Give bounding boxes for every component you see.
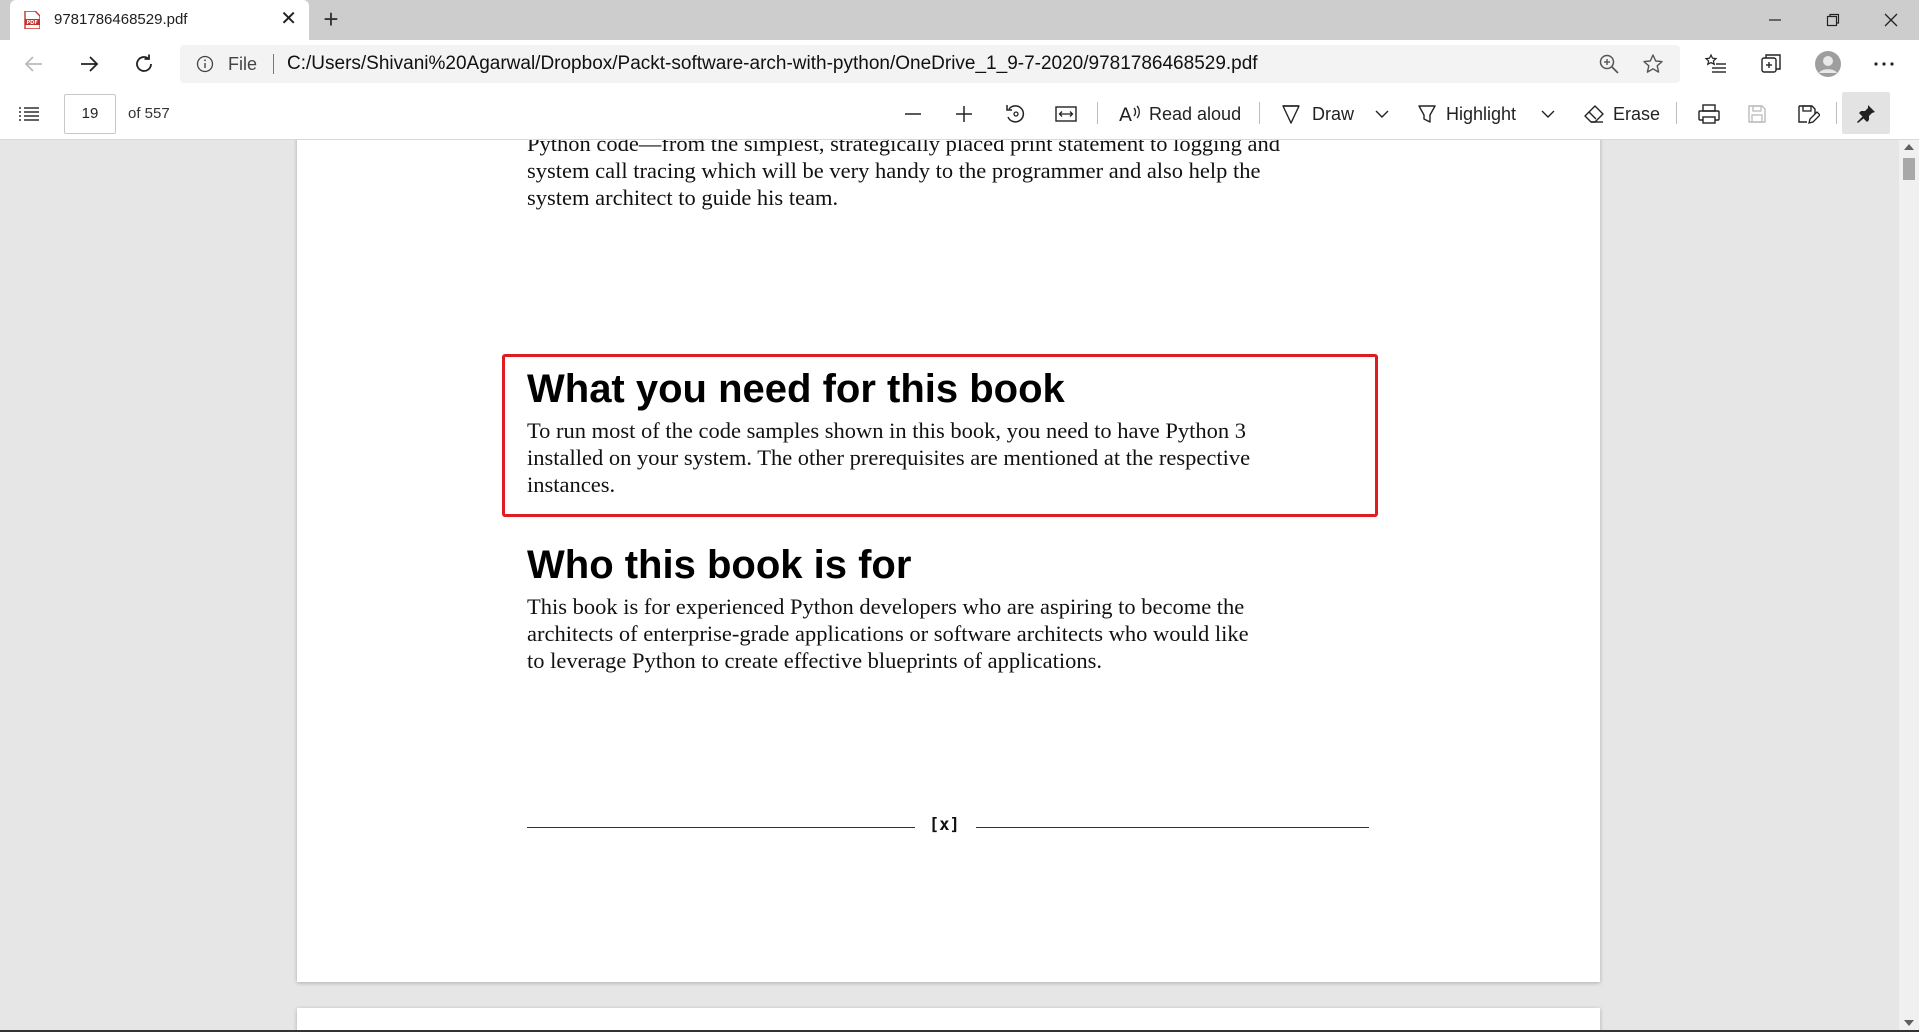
draw-label: Draw	[1312, 103, 1355, 124]
erase-label: Erase	[1613, 103, 1661, 124]
intro-text-line: system call tracing which will be very h…	[527, 158, 1261, 183]
minimize-icon	[1769, 19, 1781, 21]
close-window-button[interactable]	[1863, 0, 1919, 40]
print-button[interactable]	[1697, 100, 1721, 128]
pdf-toolbar: 19 of 557 A Read aloud Draw Highlight Er…	[0, 88, 1919, 140]
rotate-icon	[1006, 105, 1025, 123]
printer-icon	[1698, 104, 1720, 124]
page-footer: [x]	[929, 815, 960, 835]
footer-rule-right	[976, 827, 1369, 828]
section-text-line: installed on your system. The other prer…	[527, 445, 1251, 470]
fit-to-width-button[interactable]	[1054, 100, 1078, 128]
pdf-viewer[interactable]: Python code—from the simplest, strategic…	[0, 140, 1899, 1032]
intro-text-line: system architect to guide his team.	[527, 185, 839, 210]
scrollbar-thumb[interactable]	[1903, 158, 1915, 180]
back-button[interactable]	[16, 48, 52, 80]
zoom-icon[interactable]	[1598, 53, 1620, 75]
read-aloud-button[interactable]: A Read aloud	[1119, 100, 1241, 128]
more-options-button[interactable]	[1870, 50, 1898, 78]
toolbar-separator	[1097, 102, 1098, 124]
pin-toolbar-icon-wrap[interactable]	[1855, 100, 1877, 128]
address-separator	[273, 54, 274, 74]
svg-text:PDF: PDF	[27, 20, 38, 26]
save-as-icon	[1798, 105, 1820, 124]
close-icon	[1884, 13, 1898, 27]
collections-button[interactable]	[1757, 50, 1785, 78]
section-text-line: architects of enterprise-grade applicati…	[527, 621, 1249, 646]
ellipsis-icon	[1874, 62, 1894, 66]
table-of-contents-icon	[19, 107, 39, 121]
footer-rule-left	[527, 827, 915, 828]
favorite-star-icon[interactable]	[1642, 53, 1664, 75]
zoom-in-button[interactable]	[953, 100, 975, 128]
plus-icon	[956, 106, 972, 122]
fit-width-icon	[1055, 106, 1077, 122]
info-icon[interactable]	[196, 55, 214, 73]
collections-icon	[1761, 54, 1781, 73]
next-pdf-page	[297, 1008, 1600, 1032]
highlight-options-dropdown[interactable]	[1539, 100, 1557, 128]
svg-text:A: A	[1119, 104, 1132, 125]
draw-options-dropdown[interactable]	[1373, 100, 1391, 128]
scroll-up-arrow-icon[interactable]	[1903, 142, 1915, 152]
minus-icon	[905, 113, 921, 115]
save-disk-icon	[1748, 105, 1766, 123]
highlight-button[interactable]: Highlight	[1416, 100, 1516, 128]
forward-button[interactable]	[71, 48, 107, 80]
minimize-button[interactable]	[1747, 0, 1803, 40]
page-total: of 557	[128, 105, 170, 122]
browser-tab-active[interactable]: PDF 9781786468529.pdf ✕	[10, 0, 309, 40]
restore-button[interactable]	[1805, 0, 1861, 40]
refresh-button[interactable]	[126, 48, 162, 80]
erase-button[interactable]: Erase	[1583, 100, 1660, 128]
section-text-line: To run most of the code samples shown in…	[527, 418, 1246, 443]
section-text-line: to leverage Python to create effective b…	[527, 648, 1103, 673]
save-button[interactable]	[1746, 100, 1768, 128]
highlight-label: Highlight	[1446, 103, 1517, 124]
intro-text-line: Python code—from the simplest, strategic…	[527, 140, 1280, 156]
arrow-left-icon	[24, 56, 42, 72]
save-as-button[interactable]	[1796, 100, 1820, 128]
toolbar-separator	[1676, 102, 1677, 124]
pdf-page: Python code—from the simplest, strategic…	[297, 140, 1600, 982]
address-url[interactable]: C:/Users/Shivani%20Agarwal/Dropbox/Packt…	[287, 53, 1258, 75]
page-number-input[interactable]: 19	[64, 94, 116, 134]
section-heading: What you need for this book	[527, 367, 1065, 411]
tab-title: 9781786468529.pdf	[54, 11, 188, 28]
section-heading: Who this book is for	[527, 543, 912, 587]
draw-pen-icon	[1282, 105, 1300, 124]
restore-icon	[1826, 13, 1840, 27]
chevron-down-icon	[1541, 110, 1555, 118]
profile-button[interactable]	[1814, 50, 1842, 78]
contents-button[interactable]	[18, 100, 40, 128]
eraser-icon	[1584, 105, 1604, 123]
section-text-line: This book is for experienced Python deve…	[527, 594, 1245, 619]
draw-button[interactable]: Draw	[1280, 100, 1354, 128]
toolbar-separator	[1836, 102, 1837, 124]
address-box[interactable]: File C:/Users/Shivani%20Agarwal/Dropbox/…	[180, 45, 1680, 83]
navigation-bar: File C:/Users/Shivani%20Agarwal/Dropbox/…	[0, 40, 1919, 88]
favorites-button[interactable]	[1702, 50, 1730, 78]
read-aloud-icon: A	[1119, 104, 1140, 125]
read-aloud-label: Read aloud	[1149, 103, 1242, 124]
vertical-scrollbar[interactable]	[1899, 140, 1919, 1032]
pdf-file-icon: PDF	[24, 11, 40, 29]
scroll-down-arrow-icon[interactable]	[1903, 1018, 1915, 1028]
pin-icon	[1857, 105, 1875, 123]
rotate-button[interactable]	[1004, 100, 1028, 128]
scheme-label: File	[228, 54, 258, 74]
section-text-line: instances.	[527, 472, 616, 497]
tab-strip: PDF 9781786468529.pdf ✕ +	[0, 0, 1919, 40]
avatar-icon	[1815, 51, 1841, 77]
favorites-list-icon	[1704, 53, 1726, 73]
zoom-out-button[interactable]	[902, 100, 924, 128]
chevron-down-icon	[1375, 110, 1389, 118]
arrow-right-icon	[81, 56, 99, 72]
toolbar-separator	[1259, 102, 1260, 124]
new-tab-button[interactable]: +	[317, 6, 345, 34]
refresh-icon	[136, 54, 152, 72]
close-tab-icon[interactable]: ✕	[280, 9, 297, 29]
highlighter-icon	[1418, 105, 1436, 123]
